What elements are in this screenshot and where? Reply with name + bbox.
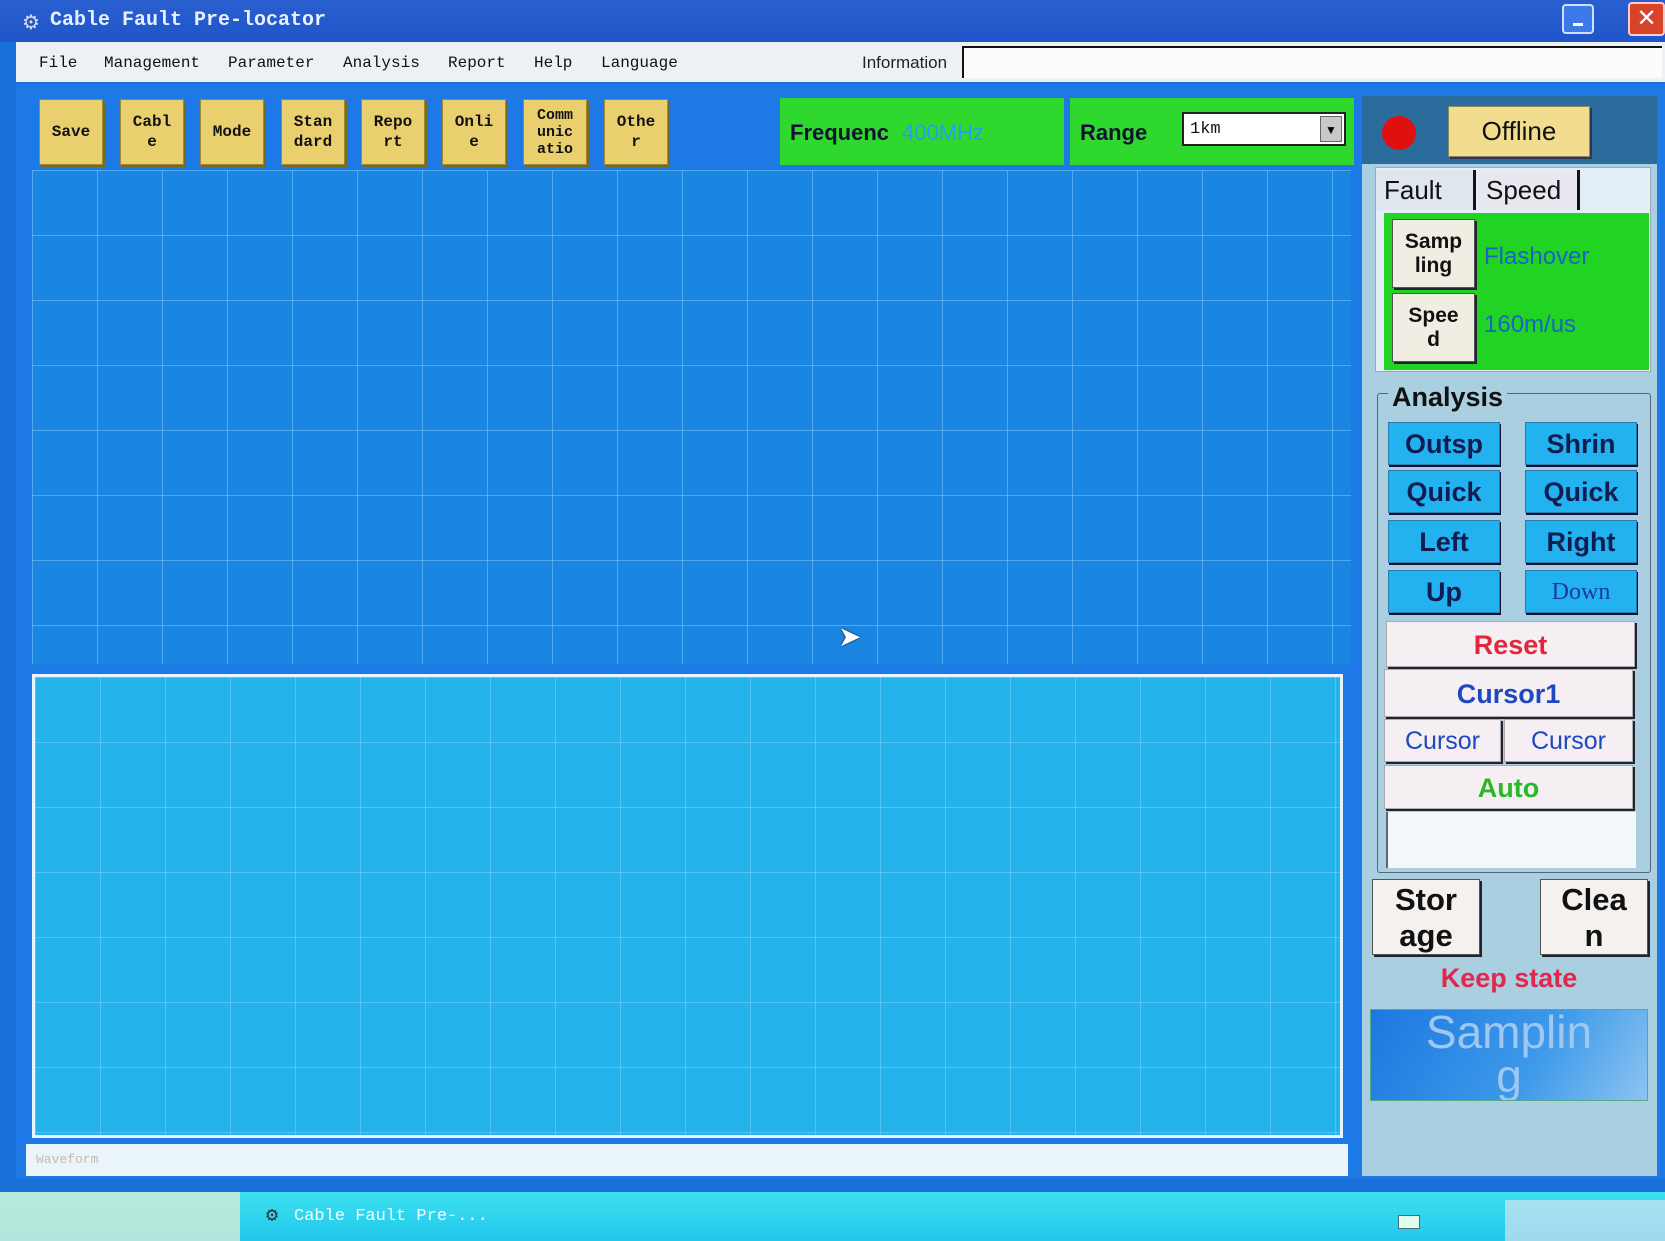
- close-button[interactable]: ✕: [1628, 2, 1665, 36]
- window-title: Cable Fault Pre-locator: [50, 9, 327, 32]
- auto-button[interactable]: Auto: [1384, 765, 1633, 809]
- taskbar-item-app[interactable]: ⚙ Cable Fault Pre-...: [262, 1198, 502, 1236]
- reset-button[interactable]: Reset: [1386, 621, 1635, 667]
- frequency-label: Frequenc: [790, 120, 890, 145]
- keep-state-label: Keep state: [1440, 963, 1578, 993]
- clean-button[interactable]: Clea n: [1540, 879, 1648, 955]
- waveform-status-bar: Waveform: [26, 1144, 1348, 1176]
- menu-analysis[interactable]: Analysis: [343, 54, 420, 72]
- result-display: [1386, 812, 1636, 868]
- standard-button[interactable]: Stan dard: [281, 99, 345, 165]
- left-button[interactable]: Left: [1388, 520, 1500, 563]
- analysis-title: Analysis: [1388, 382, 1508, 413]
- mode-button[interactable]: Mode: [200, 99, 264, 165]
- menu-language[interactable]: Language: [601, 54, 678, 72]
- waveform-graph-lower[interactable]: [32, 674, 1343, 1138]
- right-button[interactable]: Right: [1525, 520, 1637, 563]
- quick-left-button[interactable]: Quick: [1388, 470, 1500, 513]
- storage-button[interactable]: Stor age: [1372, 879, 1480, 955]
- menu-parameter[interactable]: Parameter: [228, 54, 314, 72]
- cursor1-button[interactable]: Cursor1: [1384, 669, 1633, 717]
- menu-bar: File Management Parameter Analysis Repor…: [16, 42, 1665, 82]
- information-field[interactable]: [962, 46, 1662, 78]
- menu-management[interactable]: Management: [104, 54, 200, 72]
- waveform-graph-upper[interactable]: [32, 170, 1351, 664]
- cursor-left-button[interactable]: Cursor: [1384, 719, 1501, 762]
- quick-right-button[interactable]: Quick: [1525, 470, 1637, 513]
- information-label: Information: [862, 53, 948, 72]
- down-button[interactable]: Down: [1525, 570, 1637, 613]
- chevron-down-icon[interactable]: ▼: [1320, 116, 1342, 142]
- range-label: Range: [1080, 120, 1148, 145]
- communication-button[interactable]: Comm unic atio: [523, 99, 587, 165]
- start-button[interactable]: [0, 1192, 240, 1241]
- range-value: 1km: [1190, 120, 1221, 139]
- other-button[interactable]: Othe r: [604, 99, 668, 165]
- taskbar-item-label: Cable Fault Pre-...: [294, 1207, 488, 1226]
- keyboard-icon[interactable]: [1398, 1215, 1420, 1229]
- title-bar: ⚙ Cable Fault Pre-locator ✕: [0, 0, 1665, 42]
- mode-tabs: Fault Speed Samp ling Flashover Spee d 1…: [1375, 167, 1651, 372]
- shrink-button[interactable]: Shrin: [1525, 422, 1637, 465]
- menu-help[interactable]: Help: [534, 54, 572, 72]
- frequency-panel: Frequenc 400MHz: [780, 98, 1064, 165]
- status-led-icon: [1382, 116, 1416, 150]
- tab-speed[interactable]: Speed: [1478, 170, 1580, 210]
- app-icon: ⚙: [22, 12, 40, 34]
- range-panel: Range 1km ▼: [1070, 98, 1354, 165]
- sampling-button[interactable]: Samplin g: [1370, 1009, 1648, 1101]
- sampling-mode-button[interactable]: Samp ling: [1392, 219, 1475, 288]
- save-button[interactable]: Save: [39, 99, 103, 165]
- online-button[interactable]: Onli e: [442, 99, 506, 165]
- menu-report[interactable]: Report: [448, 54, 506, 72]
- speed-button[interactable]: Spee d: [1392, 293, 1475, 362]
- tab-fault[interactable]: Fault: [1376, 170, 1476, 210]
- cable-button[interactable]: Cabl e: [120, 99, 184, 165]
- app-icon: ⚙: [266, 1205, 279, 1228]
- report-button[interactable]: Repo rt: [361, 99, 425, 165]
- minimize-button[interactable]: [1562, 4, 1594, 34]
- offline-button[interactable]: Offline: [1448, 106, 1590, 157]
- menu-file[interactable]: File: [39, 54, 77, 72]
- range-select[interactable]: 1km ▼: [1182, 112, 1346, 146]
- cursor-right-button[interactable]: Cursor: [1504, 719, 1633, 762]
- frequency-value: 400MHz: [902, 120, 984, 145]
- waveform-label: Waveform: [36, 1152, 99, 1167]
- system-tray: [1505, 1200, 1665, 1241]
- up-button[interactable]: Up: [1388, 570, 1500, 613]
- sampling-mode-value: Flashover: [1484, 243, 1590, 270]
- speed-value: 160m/us: [1484, 311, 1577, 338]
- mouse-pointer-icon: ➤: [838, 620, 862, 653]
- fault-settings: Samp ling Flashover Spee d 160m/us: [1384, 213, 1649, 370]
- expand-button[interactable]: Outsp: [1388, 422, 1500, 465]
